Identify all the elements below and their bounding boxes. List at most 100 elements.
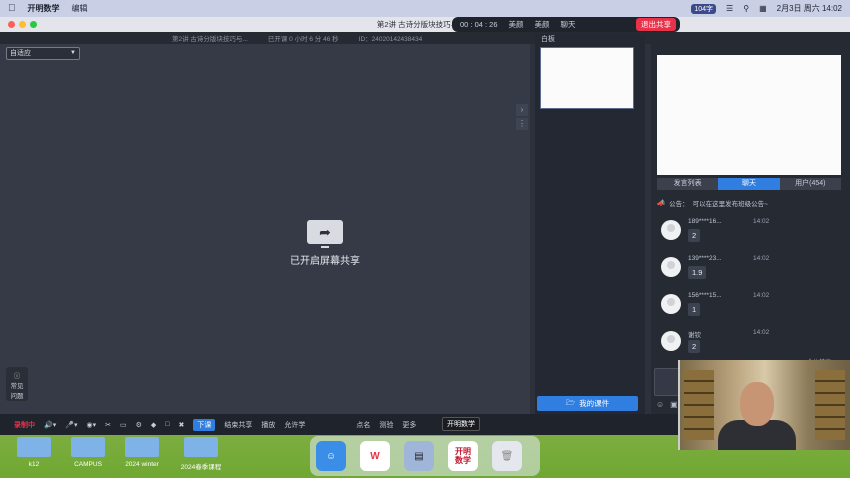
end-class-button[interactable]: 下课 [193, 418, 216, 431]
chat-message: 139****23... 14:02 1.9 [659, 255, 839, 292]
my-course-button[interactable]: 🗁 我的课件 [537, 396, 638, 411]
class-control-bar: 00 : 04 : 26 美颜 美颜 聊天 退出共享 [452, 17, 680, 32]
right-panel: 发言列表 聊天 用户(454) 📣 公告： 可以在这里发布班级公告~ 189**… [651, 34, 850, 429]
panel-toggle-group: › ⋮ [516, 104, 530, 132]
play-button[interactable]: 播放 [261, 420, 275, 430]
beauty-button[interactable]: 美颜 [509, 19, 524, 30]
tab-speaker-list[interactable]: 发言列表 [657, 178, 719, 190]
announcement: 📣 公告： 可以在这里发布班级公告~ [657, 197, 841, 209]
allow-students-button[interactable]: 允许学 [284, 420, 305, 430]
desktop-folder[interactable]: CAMPUS [68, 437, 108, 471]
fit-mode-select[interactable]: 自适应 ▼ [6, 47, 80, 60]
class-duration: 已开课 0 小时 6 分 46 秒 [267, 36, 339, 43]
window-controls [8, 21, 37, 28]
teacher-video-area [657, 55, 841, 175]
close-button[interactable] [8, 21, 15, 28]
desktop-folder[interactable]: 2024春季课程 [176, 437, 226, 471]
announcement-text: 可以在这里发布班级公告~ [692, 201, 768, 208]
class-id: ID：24020142438434 [358, 36, 423, 43]
folder-icon [71, 437, 105, 457]
finder-icon[interactable]: ☺ [316, 441, 346, 471]
chat-text: 2 [688, 340, 701, 353]
end-share-button[interactable]: 结束共享 [224, 420, 252, 430]
kaiming-label-line2: 数学 [455, 456, 471, 465]
chat-time: 14:02 [753, 329, 770, 336]
menu-edit[interactable]: 编辑 [72, 3, 88, 14]
chat-button[interactable]: 聊天 [561, 19, 576, 30]
quiz-button[interactable]: 测验 [379, 420, 393, 430]
whiteboard-thumbnail[interactable] [540, 47, 634, 109]
speaker-icon[interactable]: 🔊▾ [44, 421, 56, 429]
wifi-icon[interactable]: ☰ [726, 4, 733, 13]
dock: ☺ W ▤ 开明 数学 🗑 [310, 436, 540, 476]
avatar [661, 294, 681, 314]
camera-button[interactable]: 美颜 [535, 19, 550, 30]
screen-share-icon: ➦ [307, 220, 343, 248]
avatar [661, 331, 681, 351]
chat-text: 1.9 [688, 266, 707, 279]
faq-label-line2: 问题 [10, 393, 24, 400]
screen-share-status: ➦ 已开启屏幕共享 [280, 220, 370, 267]
wps-icon[interactable]: W [360, 441, 390, 471]
trash-icon[interactable]: 🗑 [492, 441, 522, 471]
wechat-count-badge[interactable]: 104字 [691, 3, 717, 14]
desktop-folder[interactable]: 2024 winter [122, 437, 162, 471]
shield-icon[interactable]: ◆ [151, 421, 156, 429]
menu-app-name[interactable]: 开明数学 [28, 3, 60, 14]
chat-time: 14:02 [753, 292, 770, 299]
recording-indicator[interactable]: 录制中 [14, 420, 35, 430]
expand-icon[interactable]: ⋮ [516, 118, 528, 130]
image-icon[interactable]: ▣ [670, 400, 678, 409]
folder-label: 2024 winter [125, 461, 159, 468]
chat-time: 14:02 [753, 255, 770, 262]
desktop-folder[interactable]: k12 [14, 437, 54, 471]
preview-icon[interactable]: ▤ [404, 441, 434, 471]
class-timer: 00 : 04 : 26 [460, 20, 498, 29]
menu-bar:  开明数学 编辑 104字 ☰ ⚲ ▦ 2月3日 周六 14:02 [0, 0, 850, 17]
faq-button[interactable]: ⓘ 常见 问题 [6, 367, 28, 401]
roll-call-button[interactable]: 点名 [356, 420, 370, 430]
microphone-icon[interactable]: 🎤▾ [65, 421, 77, 429]
tab-chat[interactable]: 聊天 [718, 178, 780, 190]
menu-date-time[interactable]: 2月3日 周六 14:02 [777, 3, 842, 14]
scissors-icon[interactable]: ✂ [105, 421, 111, 429]
tab-users[interactable]: 用户(454) [779, 178, 841, 190]
main-stage: 自适应 ▼ ➦ 已开启屏幕共享 › ⋮ ⓘ 常见 问题 [0, 44, 530, 414]
exit-share-button[interactable]: 退出共享 [636, 18, 676, 31]
folder-icon [184, 437, 218, 457]
my-course-label: 我的课件 [579, 399, 610, 408]
folder-icon [17, 437, 51, 457]
minimize-button[interactable] [19, 21, 26, 28]
zoom-button[interactable] [30, 21, 37, 28]
lesson-subtitle: 第2讲 古诗分版块技巧与... [172, 36, 248, 43]
fit-mode-value: 自适应 [10, 50, 31, 57]
screen-share-label: 已开启屏幕共享 [290, 256, 360, 267]
folder-label: CAMPUS [74, 461, 102, 468]
chat-message: 156****15... 14:02 1 [659, 292, 839, 329]
whiteboard-header: 白板 [535, 34, 645, 44]
teacher-head [740, 382, 774, 426]
search-icon[interactable]: ⚲ [743, 4, 749, 13]
bookshelf-right [815, 370, 845, 440]
kaiming-app-icon[interactable]: 开明 数学 [448, 441, 478, 471]
dock-tooltip: 开明数学 [442, 417, 480, 431]
control-center-icon[interactable]: ▦ [759, 4, 767, 13]
bookshelf-left [684, 370, 714, 440]
whiteboard-title: 白板 [541, 36, 555, 43]
more-button[interactable]: 更多 [402, 420, 416, 430]
avatar [661, 257, 681, 277]
kaiming-label-line1: 开明 [455, 447, 471, 456]
chat-text: 1 [688, 303, 701, 316]
camera-icon[interactable]: ◉▾ [86, 421, 96, 429]
apple-icon[interactable]:  [8, 3, 16, 14]
chart-icon[interactable]: □ [165, 421, 169, 428]
chat-sender: 156****15... [688, 292, 722, 299]
title-bar: 第2讲 古诗分版块技巧与基础 [0, 17, 850, 32]
settings-icon[interactable]: ⚙ [136, 421, 142, 429]
teacher-camera-feed [678, 360, 850, 450]
folder-label: 2024春季课程 [180, 464, 222, 471]
emoji-icon[interactable]: ☺ [656, 400, 664, 409]
chevron-right-icon[interactable]: › [516, 104, 528, 116]
tools-icon[interactable]: ✖ [179, 421, 185, 429]
screen-icon[interactable]: ▭ [120, 421, 127, 429]
